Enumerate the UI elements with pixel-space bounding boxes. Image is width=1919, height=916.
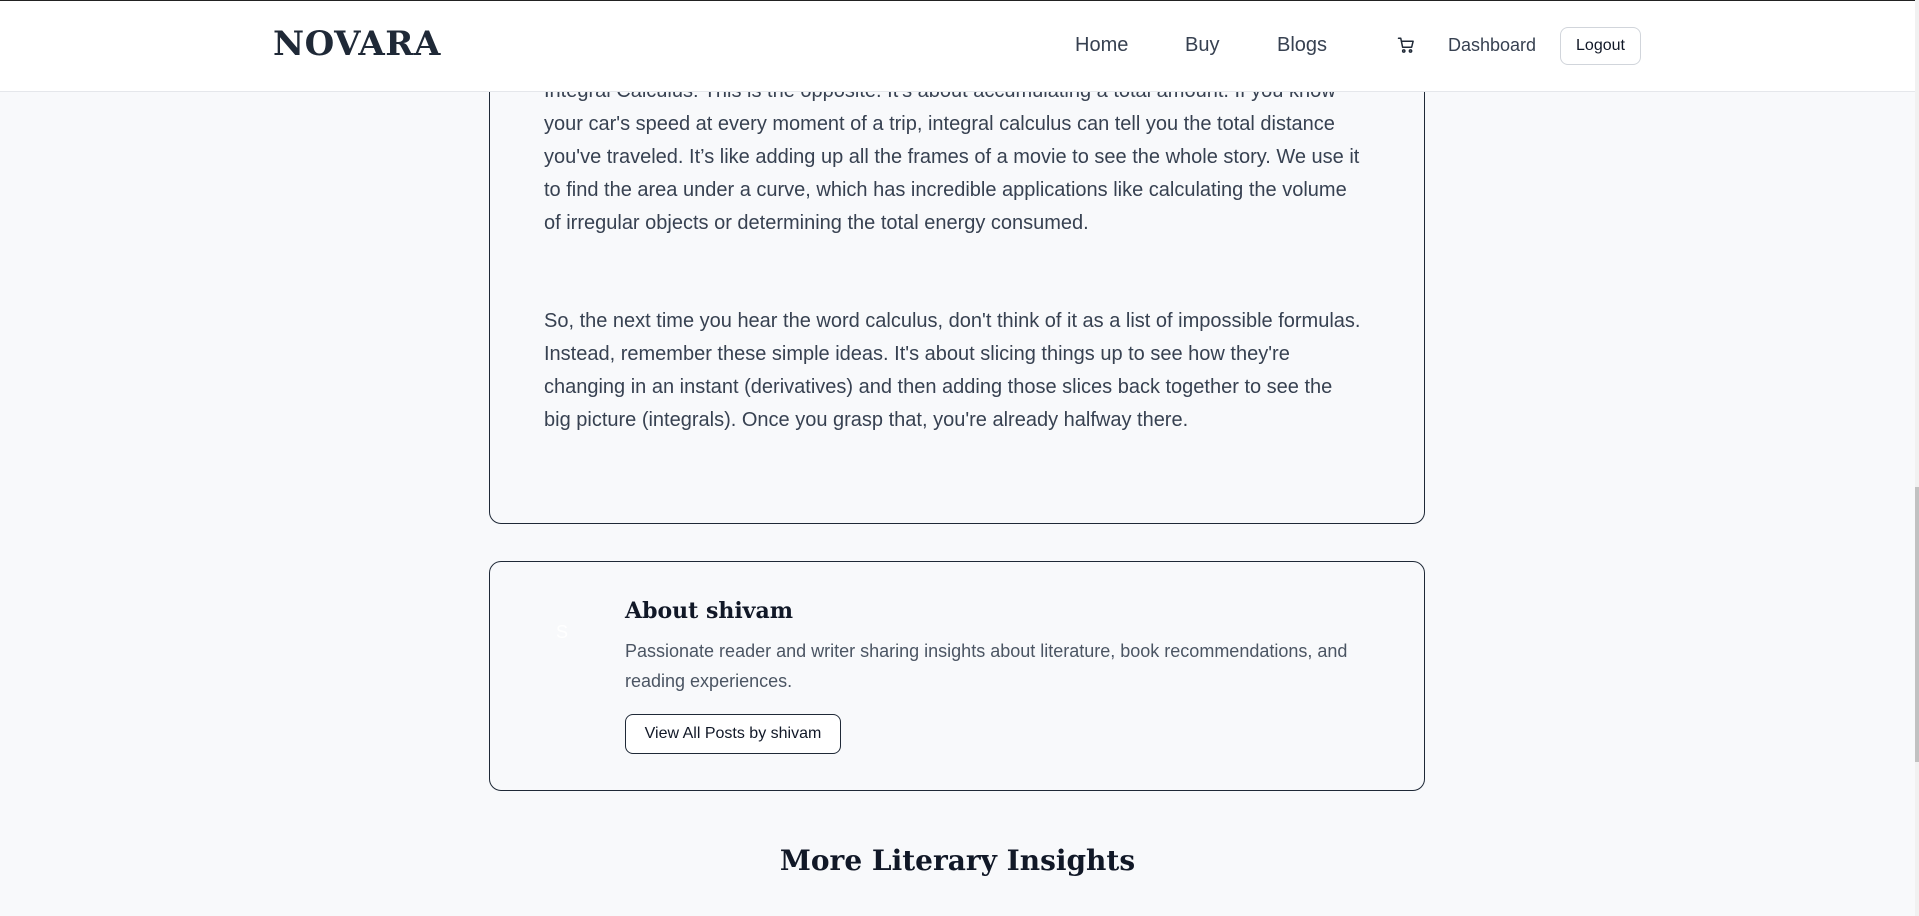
cart-icon[interactable] (1397, 36, 1415, 54)
view-all-posts-button[interactable]: View All Posts by shivam (625, 714, 841, 754)
avatar: S (555, 622, 568, 642)
site-logo[interactable]: NOVARA (273, 24, 441, 64)
more-insights-heading: More Literary Insights (779, 844, 1136, 877)
dashboard-link[interactable]: Dashboard (1448, 35, 1536, 56)
nav-buy-link[interactable]: Buy (1185, 34, 1219, 57)
article-paragraph: So, the next time you hear the word calc… (544, 310, 1361, 431)
top-navbar: NOVARA Home Buy Blogs Dashboard Logout (0, 0, 1915, 92)
scrollbar-thumb[interactable] (1915, 487, 1919, 762)
nav-home-link[interactable]: Home (1075, 34, 1128, 57)
author-bio: Passionate reader and writer sharing ins… (625, 641, 1348, 691)
scrollbar-track[interactable] (1915, 0, 1919, 916)
author-title: About shivam (625, 598, 793, 624)
article-paragraph: Integral Calculus: This is the opposite.… (544, 80, 1360, 234)
logout-button[interactable]: Logout (1560, 27, 1641, 65)
nav-blogs-link[interactable]: Blogs (1277, 34, 1327, 57)
